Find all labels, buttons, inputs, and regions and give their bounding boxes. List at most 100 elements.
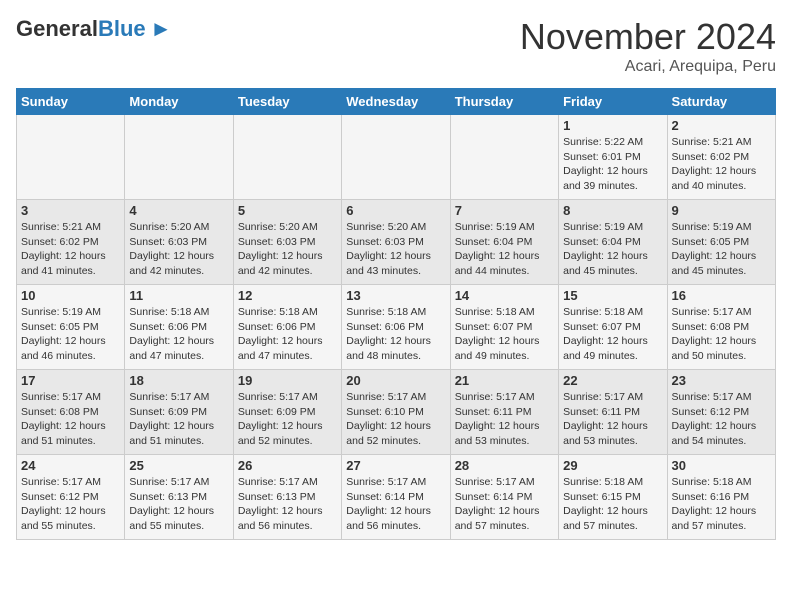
calendar-cell: 3 Sunrise: 5:21 AM Sunset: 6:02 PM Daylig… [17, 200, 125, 285]
day-number: 8 [563, 203, 662, 218]
day-info: Sunrise: 5:18 AM Sunset: 6:06 PM Dayligh… [346, 305, 445, 364]
logo-blue: Blue [98, 16, 146, 41]
day-info: Sunrise: 5:20 AM Sunset: 6:03 PM Dayligh… [129, 220, 228, 279]
calendar-cell: 5 Sunrise: 5:20 AM Sunset: 6:03 PM Daylig… [233, 200, 341, 285]
day-number: 22 [563, 373, 662, 388]
day-number: 29 [563, 458, 662, 473]
month-title: November 2024 [520, 16, 776, 58]
calendar-cell: 13 Sunrise: 5:18 AM Sunset: 6:06 PM Dayli… [342, 285, 450, 370]
day-number: 14 [455, 288, 554, 303]
day-number: 19 [238, 373, 337, 388]
calendar-cell: 29 Sunrise: 5:18 AM Sunset: 6:15 PM Dayli… [559, 455, 667, 540]
day-info: Sunrise: 5:17 AM Sunset: 6:13 PM Dayligh… [129, 475, 228, 534]
day-info: Sunrise: 5:17 AM Sunset: 6:09 PM Dayligh… [129, 390, 228, 449]
day-number: 15 [563, 288, 662, 303]
day-info: Sunrise: 5:18 AM Sunset: 6:07 PM Dayligh… [563, 305, 662, 364]
day-info: Sunrise: 5:17 AM Sunset: 6:11 PM Dayligh… [455, 390, 554, 449]
day-info: Sunrise: 5:18 AM Sunset: 6:06 PM Dayligh… [238, 305, 337, 364]
day-info: Sunrise: 5:17 AM Sunset: 6:08 PM Dayligh… [21, 390, 120, 449]
calendar-cell [342, 115, 450, 200]
day-info: Sunrise: 5:19 AM Sunset: 6:04 PM Dayligh… [455, 220, 554, 279]
calendar-cell: 18Sunrise: 5:17 AM Sunset: 6:09 PM Dayli… [125, 370, 233, 455]
calendar-cell [17, 115, 125, 200]
day-info: Sunrise: 5:18 AM Sunset: 6:07 PM Dayligh… [455, 305, 554, 364]
day-info: Sunrise: 5:17 AM Sunset: 6:14 PM Dayligh… [455, 475, 554, 534]
calendar-cell: 17Sunrise: 5:17 AM Sunset: 6:08 PM Dayli… [17, 370, 125, 455]
day-number: 24 [21, 458, 120, 473]
day-info: Sunrise: 5:20 AM Sunset: 6:03 PM Dayligh… [238, 220, 337, 279]
calendar-cell: 1 Sunrise: 5:22 AM Sunset: 6:01 PM Daylig… [559, 115, 667, 200]
day-info: Sunrise: 5:17 AM Sunset: 6:12 PM Dayligh… [21, 475, 120, 534]
week-row-2: 3 Sunrise: 5:21 AM Sunset: 6:02 PM Daylig… [17, 200, 776, 285]
calendar-cell: 21Sunrise: 5:17 AM Sunset: 6:11 PM Dayli… [450, 370, 558, 455]
weekday-header-saturday: Saturday [667, 89, 775, 115]
weekday-header-row: SundayMondayTuesdayWednesdayThursdayFrid… [17, 89, 776, 115]
page-header: General Blue ► November 2024 Acari, Areq… [16, 16, 776, 76]
day-info: Sunrise: 5:19 AM Sunset: 6:05 PM Dayligh… [672, 220, 771, 279]
calendar-cell: 14 Sunrise: 5:18 AM Sunset: 6:07 PM Dayli… [450, 285, 558, 370]
day-number: 9 [672, 203, 771, 218]
weekday-header-sunday: Sunday [17, 89, 125, 115]
day-number: 13 [346, 288, 445, 303]
day-info: Sunrise: 5:18 AM Sunset: 6:16 PM Dayligh… [672, 475, 771, 534]
day-number: 4 [129, 203, 228, 218]
day-number: 6 [346, 203, 445, 218]
day-info: Sunrise: 5:18 AM Sunset: 6:15 PM Dayligh… [563, 475, 662, 534]
day-number: 7 [455, 203, 554, 218]
day-number: 28 [455, 458, 554, 473]
day-info: Sunrise: 5:20 AM Sunset: 6:03 PM Dayligh… [346, 220, 445, 279]
day-number: 25 [129, 458, 228, 473]
calendar-table: SundayMondayTuesdayWednesdayThursdayFrid… [16, 88, 776, 540]
calendar-cell: 27Sunrise: 5:17 AM Sunset: 6:14 PM Dayli… [342, 455, 450, 540]
week-row-3: 10 Sunrise: 5:19 AM Sunset: 6:05 PM Dayli… [17, 285, 776, 370]
calendar-cell: 16Sunrise: 5:17 AM Sunset: 6:08 PM Dayli… [667, 285, 775, 370]
calendar-cell [450, 115, 558, 200]
calendar-cell: 11 Sunrise: 5:18 AM Sunset: 6:06 PM Dayli… [125, 285, 233, 370]
day-number: 20 [346, 373, 445, 388]
logo: General Blue ► [16, 16, 172, 42]
day-number: 23 [672, 373, 771, 388]
day-number: 12 [238, 288, 337, 303]
day-number: 5 [238, 203, 337, 218]
calendar-cell: 23 Sunrise: 5:17 AM Sunset: 6:12 PM Dayli… [667, 370, 775, 455]
calendar-cell: 2 Sunrise: 5:21 AM Sunset: 6:02 PM Daylig… [667, 115, 775, 200]
day-info: Sunrise: 5:17 AM Sunset: 6:13 PM Dayligh… [238, 475, 337, 534]
day-number: 10 [21, 288, 120, 303]
calendar-cell: 8Sunrise: 5:19 AM Sunset: 6:04 PM Daylig… [559, 200, 667, 285]
day-info: Sunrise: 5:17 AM Sunset: 6:09 PM Dayligh… [238, 390, 337, 449]
day-number: 2 [672, 118, 771, 133]
logo-general: General [16, 16, 98, 42]
day-info: Sunrise: 5:18 AM Sunset: 6:06 PM Dayligh… [129, 305, 228, 364]
calendar-cell: 7 Sunrise: 5:19 AM Sunset: 6:04 PM Daylig… [450, 200, 558, 285]
day-info: Sunrise: 5:21 AM Sunset: 6:02 PM Dayligh… [21, 220, 120, 279]
week-row-1: 1 Sunrise: 5:22 AM Sunset: 6:01 PM Daylig… [17, 115, 776, 200]
day-number: 26 [238, 458, 337, 473]
calendar-cell: 25 Sunrise: 5:17 AM Sunset: 6:13 PM Dayli… [125, 455, 233, 540]
day-number: 1 [563, 118, 662, 133]
day-info: Sunrise: 5:17 AM Sunset: 6:12 PM Dayligh… [672, 390, 771, 449]
calendar-cell: 20Sunrise: 5:17 AM Sunset: 6:10 PM Dayli… [342, 370, 450, 455]
calendar-cell: 15 Sunrise: 5:18 AM Sunset: 6:07 PM Dayli… [559, 285, 667, 370]
day-info: Sunrise: 5:21 AM Sunset: 6:02 PM Dayligh… [672, 135, 771, 194]
weekday-header-monday: Monday [125, 89, 233, 115]
calendar-cell: 19 Sunrise: 5:17 AM Sunset: 6:09 PM Dayli… [233, 370, 341, 455]
weekday-header-thursday: Thursday [450, 89, 558, 115]
title-block: November 2024 Acari, Arequipa, Peru [520, 16, 776, 76]
calendar-cell: 26 Sunrise: 5:17 AM Sunset: 6:13 PM Dayli… [233, 455, 341, 540]
day-info: Sunrise: 5:17 AM Sunset: 6:14 PM Dayligh… [346, 475, 445, 534]
calendar-cell: 10 Sunrise: 5:19 AM Sunset: 6:05 PM Dayli… [17, 285, 125, 370]
day-info: Sunrise: 5:17 AM Sunset: 6:11 PM Dayligh… [563, 390, 662, 449]
calendar-cell [125, 115, 233, 200]
calendar-cell: 24 Sunrise: 5:17 AM Sunset: 6:12 PM Dayli… [17, 455, 125, 540]
calendar-cell: 4 Sunrise: 5:20 AM Sunset: 6:03 PM Daylig… [125, 200, 233, 285]
weekday-header-tuesday: Tuesday [233, 89, 341, 115]
weekday-header-friday: Friday [559, 89, 667, 115]
day-number: 11 [129, 288, 228, 303]
calendar-cell: 22 Sunrise: 5:17 AM Sunset: 6:11 PM Dayli… [559, 370, 667, 455]
day-info: Sunrise: 5:19 AM Sunset: 6:05 PM Dayligh… [21, 305, 120, 364]
week-row-5: 24 Sunrise: 5:17 AM Sunset: 6:12 PM Dayli… [17, 455, 776, 540]
week-row-4: 17Sunrise: 5:17 AM Sunset: 6:08 PM Dayli… [17, 370, 776, 455]
day-info: Sunrise: 5:22 AM Sunset: 6:01 PM Dayligh… [563, 135, 662, 194]
calendar-cell: 30Sunrise: 5:18 AM Sunset: 6:16 PM Dayli… [667, 455, 775, 540]
day-number: 3 [21, 203, 120, 218]
